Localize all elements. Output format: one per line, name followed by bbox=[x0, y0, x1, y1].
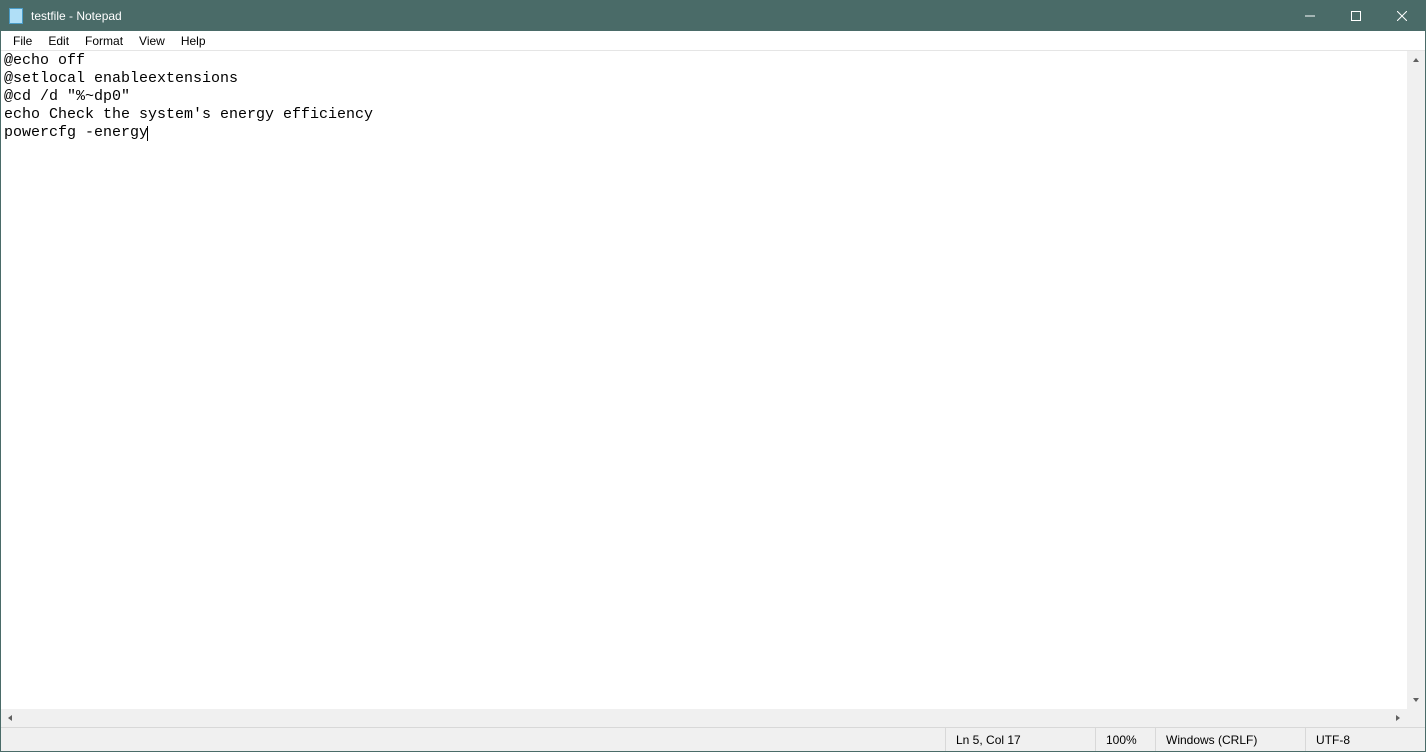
editor-container: @echo off @setlocal enableextensions @cd… bbox=[1, 51, 1425, 727]
status-zoom: 100% bbox=[1095, 728, 1155, 751]
minimize-icon bbox=[1305, 11, 1315, 21]
maximize-icon bbox=[1351, 11, 1361, 21]
chevron-left-icon bbox=[6, 714, 14, 722]
scroll-up-button[interactable] bbox=[1407, 51, 1425, 69]
scroll-left-button[interactable] bbox=[1, 709, 19, 727]
notepad-icon bbox=[9, 8, 23, 24]
status-position: Ln 5, Col 17 bbox=[945, 728, 1095, 751]
text-editor[interactable]: @echo off @setlocal enableextensions @cd… bbox=[1, 51, 1407, 709]
menu-help[interactable]: Help bbox=[173, 33, 214, 49]
menu-edit[interactable]: Edit bbox=[40, 33, 77, 49]
menubar: File Edit Format View Help bbox=[1, 31, 1425, 51]
app-icon-wrap bbox=[1, 8, 31, 24]
scroll-corner bbox=[1407, 709, 1425, 727]
maximize-button[interactable] bbox=[1333, 1, 1379, 31]
minimize-button[interactable] bbox=[1287, 1, 1333, 31]
window-title: testfile - Notepad bbox=[31, 9, 122, 23]
chevron-right-icon bbox=[1394, 714, 1402, 722]
scroll-track-vertical[interactable] bbox=[1407, 69, 1425, 691]
scrollbar-vertical[interactable] bbox=[1407, 51, 1425, 709]
menu-format[interactable]: Format bbox=[77, 33, 131, 49]
status-encoding: UTF-8 bbox=[1305, 728, 1425, 751]
scroll-down-button[interactable] bbox=[1407, 691, 1425, 709]
text-cursor bbox=[147, 126, 148, 141]
close-icon bbox=[1397, 11, 1407, 21]
chevron-down-icon bbox=[1412, 696, 1420, 704]
scrollbar-horizontal[interactable] bbox=[1, 709, 1407, 727]
scroll-right-button[interactable] bbox=[1389, 709, 1407, 727]
menu-file[interactable]: File bbox=[5, 33, 40, 49]
close-button[interactable] bbox=[1379, 1, 1425, 31]
scroll-track-horizontal[interactable] bbox=[19, 709, 1389, 727]
editor-content[interactable]: @echo off @setlocal enableextensions @cd… bbox=[4, 52, 373, 141]
titlebar[interactable]: testfile - Notepad bbox=[1, 1, 1425, 31]
menu-view[interactable]: View bbox=[131, 33, 173, 49]
window-controls bbox=[1287, 1, 1425, 31]
chevron-up-icon bbox=[1412, 56, 1420, 64]
statusbar: Ln 5, Col 17 100% Windows (CRLF) UTF-8 bbox=[1, 727, 1425, 751]
status-line-ending: Windows (CRLF) bbox=[1155, 728, 1305, 751]
